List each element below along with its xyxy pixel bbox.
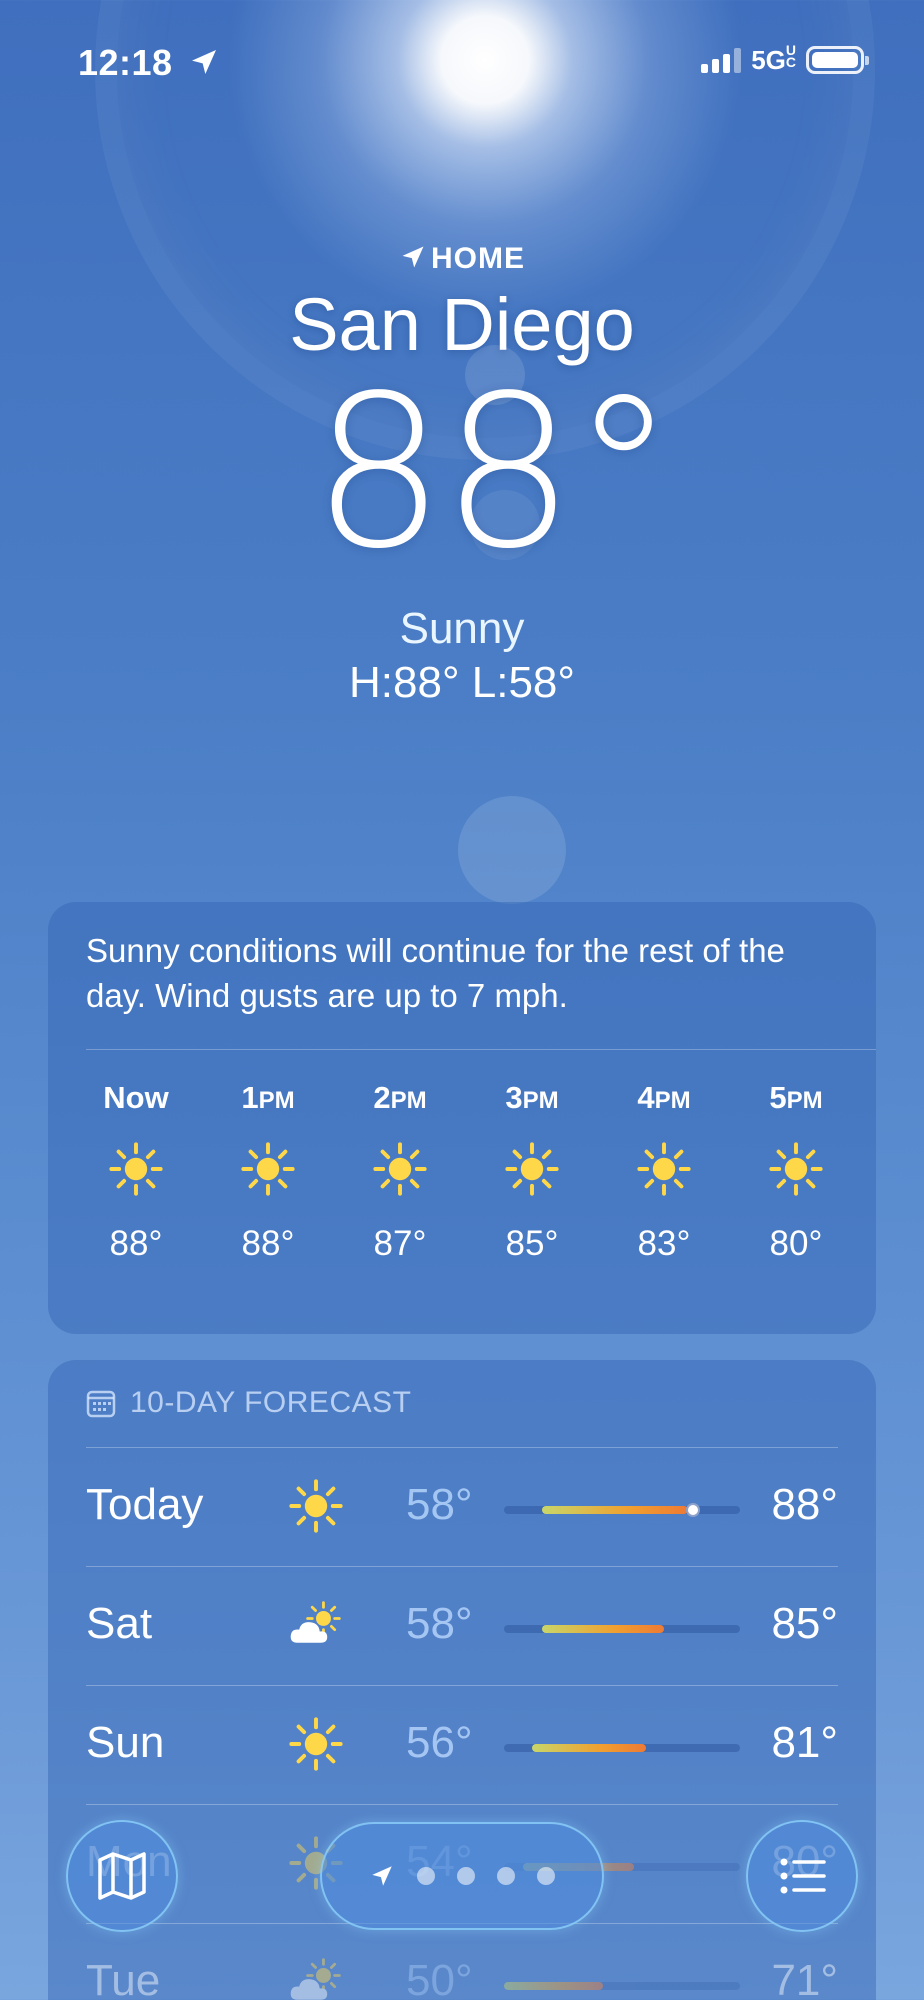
lens-flare [458,796,566,904]
day-icon-slot [286,1478,346,1534]
current-temp-indicator [685,1503,700,1517]
day-high-temp: 71° [771,1956,838,2000]
day-low-temp: 58° [406,1480,473,1529]
current-condition: Sunny [399,604,525,653]
hour-label: 5PM [769,1080,823,1115]
hour-column: 3PM 85° [482,1080,582,1264]
day-icon-slot [286,1597,346,1653]
day-name: Today [86,1480,204,1529]
day-name: Sat [86,1599,153,1648]
hour-icon-slot [746,1120,846,1218]
sun-icon [109,1142,163,1196]
hour-column: 1PM 88° [218,1080,318,1264]
status-indicators: 5GU C [701,42,869,76]
forecast-title: 10-DAY FORECAST [130,1386,412,1419]
location-list-button[interactable] [746,1820,858,1932]
current-temperature: 88° [311,350,676,595]
home-location-label: HOME [0,242,924,276]
hour-temperature: 87° [373,1224,427,1263]
hour-label: 4PM [637,1080,691,1115]
day-row[interactable]: Sat 58° 85° [86,1567,838,1685]
day-low-temp: 56° [406,1718,473,1767]
day-row[interactable]: Today 58° 88° [86,1448,838,1566]
map-button[interactable] [66,1820,178,1932]
hour-label: Now [103,1080,169,1115]
temperature-range-fill [541,1625,665,1633]
hourly-list: Now 88° 1PM 88° 2PM 87° 3PM 85° 4PM 83° 5PM 80° [86,1080,846,1264]
temperature-range-fill [532,1744,646,1752]
page-dot[interactable] [457,1867,475,1885]
temperature-range-bar [504,1503,740,1517]
partly-cloudy-icon [290,1601,341,1643]
day-name: Sun [86,1718,165,1767]
divider [86,1049,876,1050]
temperature-range-bar [504,1744,740,1752]
network-type: 5GU C [751,42,796,75]
hour-icon-slot [218,1120,318,1218]
page-dot[interactable] [497,1867,515,1885]
location-arrow-icon [192,50,216,74]
day-high-temp: 81° [771,1718,838,1767]
sun-icon [637,1142,691,1196]
status-bar: 12:18 5GU C [0,36,924,86]
battery-icon [806,46,869,74]
temperature-range-bar [504,1625,740,1633]
hour-column: 5PM 80° [746,1080,846,1264]
sun-icon [289,1717,343,1771]
location-arrow-icon [402,246,424,268]
forecast-header: 10-DAY FORECAST [86,1386,411,1420]
day-icon-slot [286,1954,346,2000]
sun-icon [373,1142,427,1196]
hour-temperature: 85° [505,1224,559,1263]
list-icon [780,1858,826,1894]
page-dot[interactable] [417,1867,435,1885]
temperature-range-bar [504,1982,740,1990]
sun-icon [241,1142,295,1196]
map-icon [98,1852,146,1900]
partly-cloudy-icon [290,1958,341,2000]
day-low-temp: 50° [406,1956,473,2000]
page-dot[interactable] [537,1867,555,1885]
hour-temperature: 88° [241,1224,295,1263]
day-high-temp: 85° [771,1599,838,1648]
hour-icon-slot [614,1120,714,1218]
hour-temperature: 88° [109,1224,163,1263]
sun-icon [505,1142,559,1196]
calendar-icon [86,1390,116,1418]
day-high-temp: 88° [771,1480,838,1529]
day-row[interactable]: Sun 56° 81° [86,1686,838,1804]
location-arrow-icon [372,1866,392,1886]
hour-column: 2PM 87° [350,1080,450,1264]
status-time: 12:18 [78,42,173,83]
weather-summary: Sunny conditions will continue for the r… [86,932,785,1014]
hourly-forecast-card[interactable]: Sunny conditions will continue for the r… [48,902,876,1334]
sun-icon [769,1142,823,1196]
hour-label: 3PM [505,1080,559,1115]
high-low: H:88° L:58° [349,658,575,707]
hour-icon-slot [86,1120,186,1218]
hour-label: 1PM [241,1080,295,1115]
hour-column: Now 88° [86,1080,186,1264]
day-icon-slot [286,1716,346,1772]
location-pager[interactable] [320,1822,604,1930]
cellular-signal-icon [701,47,742,73]
hour-temperature: 83° [637,1224,691,1263]
day-low-temp: 58° [406,1599,473,1648]
hour-icon-slot [482,1120,582,1218]
day-name: Tue [86,1956,161,2000]
sun-icon [289,1479,343,1533]
temperature-range-fill [504,1982,604,1990]
temperature-range-fill [541,1506,689,1514]
bottom-toolbar [0,1810,924,1940]
hour-label: 2PM [373,1080,427,1115]
hour-temperature: 80° [769,1224,823,1263]
hour-column: 4PM 83° [614,1080,714,1264]
hour-icon-slot [350,1120,450,1218]
